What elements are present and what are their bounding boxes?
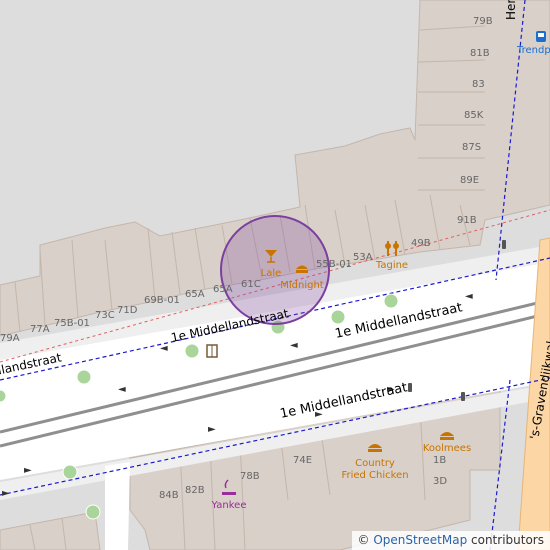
house-number: 87S xyxy=(462,142,481,153)
poi-label: Koolmees xyxy=(423,443,471,454)
house-number: 69B-01 xyxy=(144,295,180,306)
house-number: 61C xyxy=(241,279,261,290)
house-number: 79A xyxy=(0,333,20,344)
street-label: Hen xyxy=(504,0,518,20)
svg-text:◄: ◄ xyxy=(290,340,298,351)
house-number: 73C xyxy=(95,310,115,321)
house-number: 75B-01 xyxy=(54,318,90,329)
house-number: 1B xyxy=(433,455,446,466)
house-number: 83 xyxy=(472,79,485,90)
house-number: 53A xyxy=(353,252,373,263)
house-number: 85K xyxy=(464,110,484,121)
map-canvas[interactable]: ◄ ◄ ◄ ◄ ► ► ► ► ► 1e Middellandstraat 1e… xyxy=(0,0,550,550)
house-number: 74E xyxy=(293,455,312,466)
svg-text:►: ► xyxy=(208,424,216,435)
svg-text:►: ► xyxy=(2,488,10,499)
svg-text:◄: ◄ xyxy=(160,343,168,354)
copyright-symbol: © xyxy=(357,533,370,547)
bus-stop-icon xyxy=(536,31,546,42)
svg-text:►: ► xyxy=(24,465,32,476)
poi-label: Midnight xyxy=(280,280,324,291)
poi-label: Tagine xyxy=(375,260,408,271)
poi-label: Yankee xyxy=(211,500,247,511)
house-number: 77A xyxy=(30,324,50,335)
house-number: 78B xyxy=(240,471,260,482)
poi-label: Lale xyxy=(261,268,282,279)
attribution: © OpenStreetMap contributors xyxy=(351,531,550,550)
house-number: 84B xyxy=(159,490,179,501)
house-number: 65A xyxy=(185,289,205,300)
house-number: 89E xyxy=(460,175,479,186)
house-number: 3D xyxy=(433,476,447,487)
house-number: 79B xyxy=(473,16,493,27)
house-number: 91B xyxy=(457,215,477,226)
house-number: 81B xyxy=(470,48,490,59)
house-number: 82B xyxy=(185,485,205,496)
house-number: 65A xyxy=(213,284,233,295)
map-svg: ◄ ◄ ◄ ◄ ► ► ► ► ► 1e Middellandstraat 1e… xyxy=(0,0,550,550)
house-number: 49B xyxy=(411,238,431,249)
osm-link[interactable]: OpenStreetMap xyxy=(373,533,467,547)
svg-text:◄: ◄ xyxy=(465,291,473,302)
house-number: 55B-01 xyxy=(316,259,352,270)
svg-text:◄: ◄ xyxy=(118,384,126,395)
attribution-suffix: contributors xyxy=(471,533,544,547)
house-number: 71D xyxy=(117,305,138,316)
poi-label: Trendp xyxy=(516,45,550,56)
